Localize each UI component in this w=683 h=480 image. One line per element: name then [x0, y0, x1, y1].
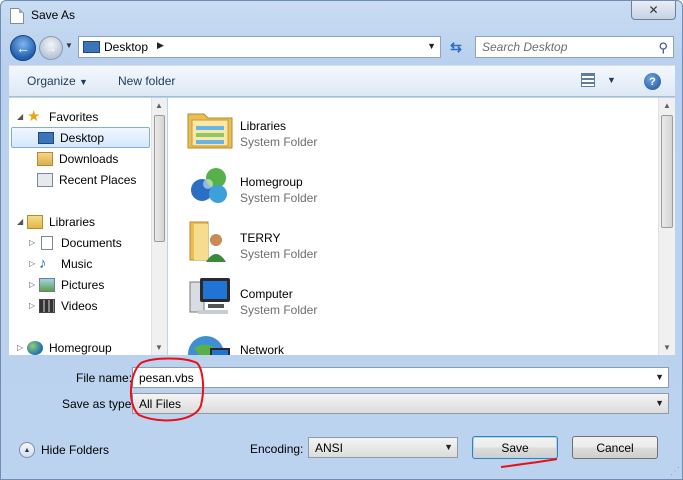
- arrow-right-icon: →: [45, 41, 57, 55]
- file-name-label: File name:: [76, 371, 133, 385]
- document-icon: [10, 8, 24, 24]
- file-list: Libraries System Folder Homegroup System…: [168, 98, 658, 355]
- star-icon: ★: [27, 107, 41, 125]
- collapsed-triangle-icon[interactable]: ▷: [29, 259, 39, 268]
- sidebar-item-downloads[interactable]: Downloads: [37, 148, 118, 169]
- collapsed-triangle-icon[interactable]: ▷: [29, 238, 39, 247]
- new-folder-button[interactable]: New folder: [118, 74, 175, 88]
- address-location[interactable]: Desktop: [104, 40, 148, 54]
- pictures-icon: [39, 277, 55, 292]
- scroll-down-icon[interactable]: ▼: [155, 343, 163, 352]
- desktop-icon: [83, 41, 100, 53]
- chevron-down-icon: ▼: [79, 77, 88, 87]
- sidebar-item-videos[interactable]: ▷ Videos: [29, 295, 97, 316]
- desktop-icon: [38, 131, 54, 144]
- libraries-folder-icon: [187, 113, 233, 149]
- libraries-icon: [27, 214, 43, 229]
- scroll-up-icon[interactable]: ▲: [663, 101, 671, 110]
- list-item[interactable]: Homegroup System Folder: [186, 160, 486, 212]
- search-box[interactable]: Search Desktop ⚲: [475, 36, 674, 58]
- recent-places-icon: [37, 172, 53, 187]
- scrollbar-thumb[interactable]: [154, 115, 165, 242]
- sidebar-item-libraries[interactable]: ◢ Libraries: [17, 211, 95, 232]
- address-bar[interactable]: Desktop ▶ ▼: [78, 36, 441, 58]
- annotation-underline: [500, 458, 558, 468]
- title-bar: Save As ✕: [1, 1, 682, 31]
- nav-pane-scrollbar[interactable]: ▲ ▼: [151, 98, 167, 355]
- encoding-label: Encoding:: [250, 442, 304, 456]
- network-icon: [188, 336, 230, 355]
- file-name-input[interactable]: pesan.vbs: [139, 371, 194, 385]
- chevron-down-icon[interactable]: ▼: [655, 372, 664, 382]
- cancel-button[interactable]: Cancel: [572, 436, 658, 459]
- sidebar-item-pictures[interactable]: ▷ Pictures: [29, 274, 104, 295]
- sidebar-item-recent-places[interactable]: Recent Places: [37, 169, 136, 190]
- close-icon: ✕: [648, 3, 659, 17]
- refresh-button[interactable]: ⇆: [444, 36, 468, 58]
- save-as-type-label: Save as type:: [62, 397, 135, 411]
- save-as-dialog: Save As ✕ ← → ▼ Desktop ▶ ▼ ⇆ Search Des…: [0, 0, 683, 480]
- resize-grip-icon[interactable]: ⋰: [670, 466, 680, 477]
- sidebar-item-music[interactable]: ▷ ♪ Music: [29, 253, 92, 274]
- chevron-up-icon: ▲: [19, 442, 35, 458]
- close-button[interactable]: ✕: [631, 1, 676, 20]
- save-as-type-select[interactable]: All Files ▼: [132, 393, 669, 414]
- list-item[interactable]: Libraries System Folder: [186, 104, 486, 156]
- change-view-icon[interactable]: [581, 73, 595, 87]
- organize-button[interactable]: Organize ▼: [27, 74, 88, 88]
- list-item[interactable]: Computer System Folder: [186, 272, 486, 324]
- search-input[interactable]: Search Desktop: [482, 40, 567, 54]
- search-icon[interactable]: ⚲: [658, 40, 668, 56]
- encoding-select[interactable]: ANSI ▼: [308, 437, 458, 458]
- back-button[interactable]: ←: [10, 35, 36, 61]
- homegroup-icon: [191, 168, 227, 203]
- scrollbar-thumb[interactable]: [661, 115, 673, 228]
- collapsed-triangle-icon[interactable]: ▷: [17, 343, 27, 352]
- forward-button[interactable]: →: [39, 36, 63, 60]
- music-icon: ♪: [39, 254, 47, 272]
- documents-icon: [41, 235, 53, 250]
- list-item[interactable]: TERRY System Folder: [186, 216, 486, 268]
- list-item[interactable]: Network: [186, 328, 486, 355]
- hide-folders-button[interactable]: ▲ Hide Folders: [19, 442, 109, 458]
- sidebar-item-documents[interactable]: ▷ Documents: [29, 232, 122, 253]
- sidebar-item-homegroup[interactable]: ▷ Homegroup: [17, 337, 112, 358]
- breadcrumb-chevron-icon[interactable]: ▶: [157, 40, 164, 51]
- downloads-icon: [37, 151, 53, 166]
- computer-icon: [189, 278, 230, 314]
- navigation-pane: ◢ ★ Favorites Desktop Downloads Recent P…: [9, 98, 167, 355]
- scroll-up-icon[interactable]: ▲: [155, 101, 163, 110]
- chevron-down-icon[interactable]: ▼: [427, 41, 436, 51]
- collapsed-triangle-icon[interactable]: ▷: [29, 301, 39, 310]
- expand-triangle-icon[interactable]: ◢: [17, 217, 27, 226]
- recent-pages-dropdown[interactable]: ▼: [65, 41, 73, 50]
- scroll-down-icon[interactable]: ▼: [663, 343, 671, 352]
- save-button[interactable]: Save: [472, 436, 558, 459]
- command-bar: Organize ▼ New folder ▼ ?: [9, 65, 675, 97]
- view-options-dropdown[interactable]: ▼: [607, 75, 616, 85]
- collapsed-triangle-icon[interactable]: ▷: [29, 280, 39, 289]
- arrow-left-icon: ←: [16, 40, 30, 56]
- homegroup-icon: [27, 340, 43, 355]
- sidebar-item-favorites[interactable]: ◢ ★ Favorites: [17, 106, 98, 127]
- user-folder-icon: [189, 221, 226, 262]
- chevron-down-icon[interactable]: ▼: [444, 442, 453, 452]
- videos-icon: [39, 298, 55, 313]
- file-name-field[interactable]: pesan.vbs ▼: [132, 367, 669, 388]
- help-icon[interactable]: ?: [644, 73, 661, 90]
- window-title: Save As: [31, 8, 76, 22]
- refresh-icon: ⇆: [450, 38, 462, 55]
- sidebar-item-desktop[interactable]: Desktop: [11, 127, 150, 148]
- expand-triangle-icon[interactable]: ◢: [17, 112, 27, 121]
- chevron-down-icon[interactable]: ▼: [655, 398, 664, 408]
- file-list-scrollbar[interactable]: ▲ ▼: [658, 98, 675, 355]
